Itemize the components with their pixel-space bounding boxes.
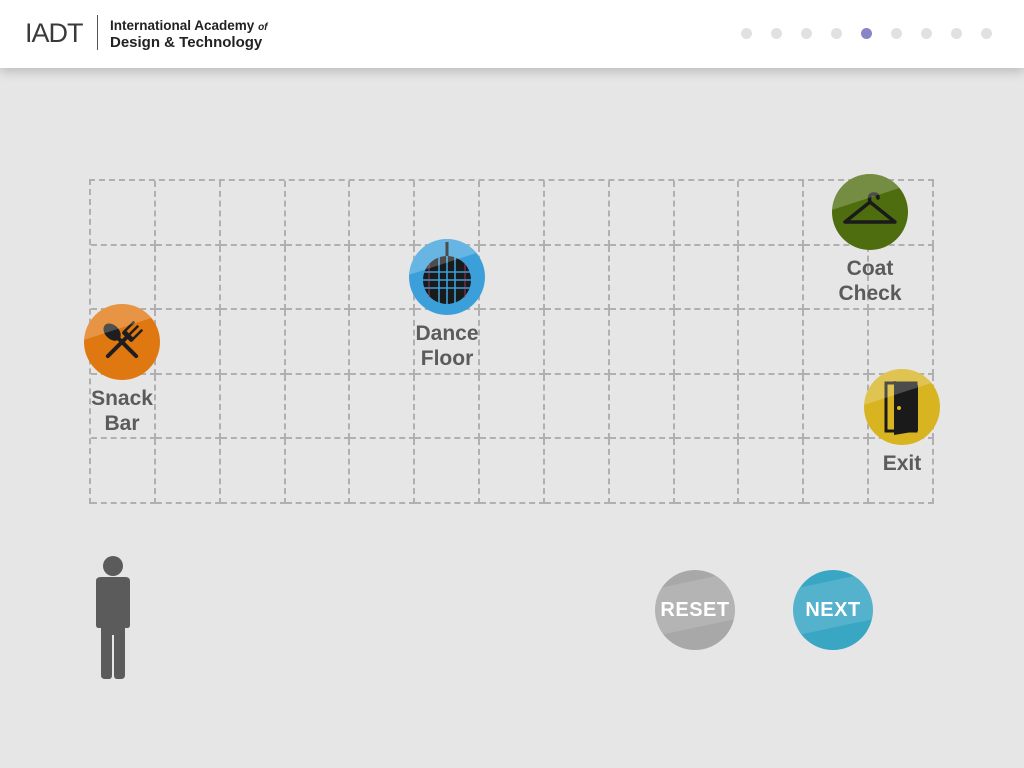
grid-cell[interactable] [285,310,351,375]
grid-cell[interactable] [285,245,351,311]
grid-cell[interactable] [220,245,286,311]
door-icon [884,381,918,435]
snack-bar-label: Snack Bar [91,387,153,435]
disco-ball-icon [423,242,471,304]
grid-cell[interactable] [674,245,740,311]
grid-cell[interactable] [480,439,545,504]
grid-cell[interactable] [91,245,156,311]
station-snack-bar[interactable]: Snack Bar [82,304,162,436]
grid-cell[interactable] [220,181,286,246]
logo-name: International Academy of Design & Techno… [110,18,268,50]
reset-button[interactable]: RESET [655,570,735,650]
grid-cell[interactable] [804,439,870,504]
grid-cell[interactable] [155,245,221,311]
grid-cell[interactable] [155,181,221,246]
snack-bar-badge [84,304,160,380]
progress-dot-8[interactable] [951,28,962,39]
dance-floor-label: Dance Floor [415,322,479,370]
grid-cell[interactable] [350,245,416,311]
header-bar: IADT International Academy of Design & T… [0,0,1024,68]
grid-cell[interactable] [739,310,805,375]
grid-cell[interactable] [544,374,610,440]
grid-cell[interactable] [674,439,740,504]
grid-cell[interactable] [350,374,416,440]
next-button[interactable]: NEXT [793,570,873,650]
floor-plan-grid [89,179,934,504]
grid-cell[interactable] [91,439,156,504]
grid-cell[interactable] [544,439,610,504]
logo-of: of [258,22,268,33]
grid-cell[interactable] [350,310,416,375]
coat-check-label: Coat Check [838,257,902,305]
progress-dot-1[interactable] [741,28,752,39]
grid-cell[interactable] [739,181,805,246]
grid-cell[interactable] [155,374,221,440]
grid-cell[interactable] [480,245,545,311]
station-exit[interactable]: Exit [862,369,942,476]
grid-cell[interactable] [350,181,416,246]
logo-line-2: Design & Technology [110,34,263,51]
grid-cell[interactable] [609,245,675,311]
grid-cell[interactable] [415,374,481,440]
grid-cell[interactable] [480,181,545,246]
grid-cell[interactable] [674,374,740,440]
grid-cell[interactable] [155,439,221,504]
grid-cell[interactable] [739,439,805,504]
grid-cell[interactable] [155,310,221,375]
grid-cell[interactable] [609,439,675,504]
grid-cell[interactable] [674,181,740,246]
grid-cell[interactable] [544,245,610,311]
utensils-icon [103,320,144,359]
hanger-icon [843,192,897,224]
reset-button-label: RESET [660,598,730,621]
progress-dot-6[interactable] [891,28,902,39]
grid-cell[interactable] [480,310,545,375]
progress-dot-9[interactable] [981,28,992,39]
grid-cell[interactable] [285,181,351,246]
next-button-label: NEXT [805,598,861,621]
grid-cell[interactable] [739,245,805,311]
grid-cell[interactable] [285,439,351,504]
exit-label: Exit [882,452,922,475]
grid-cell[interactable] [804,310,870,375]
grid-cell[interactable] [220,374,286,440]
progress-dot-4[interactable] [831,28,842,39]
grid-cell[interactable] [350,439,416,504]
grid-cell[interactable] [739,374,805,440]
station-dance-floor[interactable]: Dance Floor [407,239,487,371]
logo-abbreviation: IADT [25,18,84,48]
grid-cell[interactable] [544,181,610,246]
grid-cell[interactable] [804,374,870,440]
grid-cell[interactable] [220,439,286,504]
logo-line-1: International Academy [110,18,255,33]
grid-cell[interactable] [869,310,934,375]
grid-cell[interactable] [91,181,156,246]
logo-divider [97,15,98,50]
dance-floor-badge [409,239,485,315]
grid-cell[interactable] [480,374,545,440]
grid-cell[interactable] [220,310,286,375]
coat-check-badge [832,174,908,250]
grid-cell[interactable] [609,374,675,440]
progress-dot-3[interactable] [801,28,812,39]
grid-cell[interactable] [609,181,675,246]
grid-cell[interactable] [544,310,610,375]
grid-cell[interactable] [415,181,481,246]
exit-badge [864,369,940,445]
person-icon[interactable] [88,555,138,685]
grid-cell[interactable] [609,310,675,375]
progress-dot-2[interactable] [771,28,782,39]
grid-cell[interactable] [285,374,351,440]
grid-cell[interactable] [674,310,740,375]
progress-dot-7[interactable] [921,28,932,39]
station-coat-check[interactable]: Coat Check [830,174,910,306]
grid-cell[interactable] [415,439,481,504]
progress-dot-5[interactable] [861,28,872,39]
